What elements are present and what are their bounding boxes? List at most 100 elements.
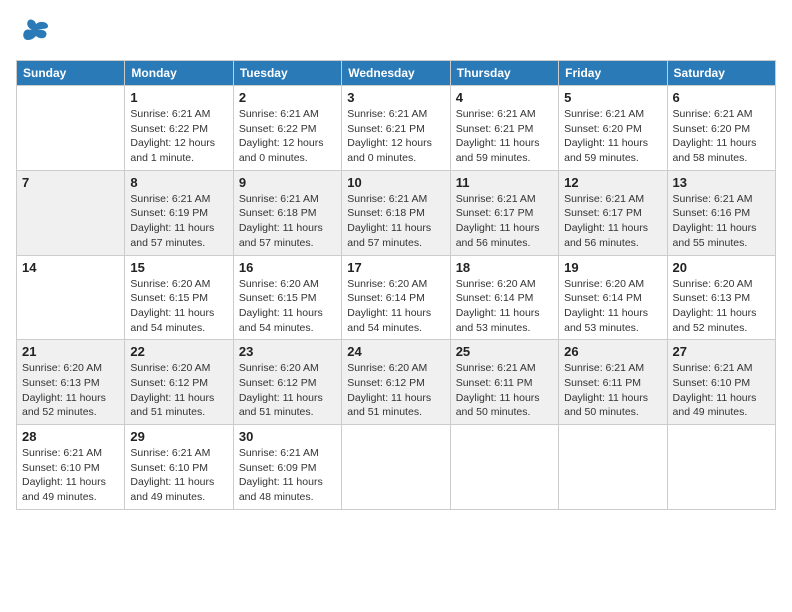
day-number: 11 [456,175,553,190]
logo [16,16,50,48]
day-info: Sunrise: 6:20 AM Sunset: 6:12 PM Dayligh… [347,361,444,420]
col-header-saturday: Saturday [667,61,775,86]
day-info: Sunrise: 6:20 AM Sunset: 6:15 PM Dayligh… [239,277,336,336]
calendar-cell [667,425,775,510]
day-info: Sunrise: 6:21 AM Sunset: 6:09 PM Dayligh… [239,446,336,505]
day-number: 22 [130,344,227,359]
day-number: 14 [22,260,119,275]
calendar-week-3: 14 15 Sunrise: 6:20 AM Sunset: 6:15 PM Day… [17,255,776,340]
day-number: 4 [456,90,553,105]
calendar-cell: 25 Sunrise: 6:21 AM Sunset: 6:11 PM Dayli… [450,340,558,425]
calendar-cell [559,425,667,510]
day-number: 13 [673,175,770,190]
calendar-header: SundayMondayTuesdayWednesdayThursdayFrid… [17,61,776,86]
day-info: Sunrise: 6:21 AM Sunset: 6:18 PM Dayligh… [239,192,336,251]
calendar-cell: 4 Sunrise: 6:21 AM Sunset: 6:21 PM Daylig… [450,86,558,171]
calendar-cell: 18 Sunrise: 6:20 AM Sunset: 6:14 PM Dayli… [450,255,558,340]
day-info: Sunrise: 6:21 AM Sunset: 6:22 PM Dayligh… [239,107,336,166]
day-number: 8 [130,175,227,190]
day-number: 5 [564,90,661,105]
day-info: Sunrise: 6:21 AM Sunset: 6:11 PM Dayligh… [564,361,661,420]
calendar-cell: 9 Sunrise: 6:21 AM Sunset: 6:18 PM Daylig… [233,170,341,255]
day-info: Sunrise: 6:21 AM Sunset: 6:21 PM Dayligh… [347,107,444,166]
calendar-cell: 16Sunrise: 6:20 AM Sunset: 6:15 PM Dayli… [233,255,341,340]
calendar-cell: 11 Sunrise: 6:21 AM Sunset: 6:17 PM Dayli… [450,170,558,255]
day-info: Sunrise: 6:21 AM Sunset: 6:10 PM Dayligh… [130,446,227,505]
calendar-cell: 17 Sunrise: 6:20 AM Sunset: 6:14 PM Dayli… [342,255,450,340]
day-number: 21 [22,344,119,359]
day-number: 10 [347,175,444,190]
day-info: Sunrise: 6:21 AM Sunset: 6:19 PM Dayligh… [130,192,227,251]
day-number: 28 [22,429,119,444]
day-info: Sunrise: 6:21 AM Sunset: 6:18 PM Dayligh… [347,192,444,251]
calendar-cell: 24 Sunrise: 6:20 AM Sunset: 6:12 PM Dayli… [342,340,450,425]
calendar-cell: 8 Sunrise: 6:21 AM Sunset: 6:19 PM Daylig… [125,170,233,255]
calendar-cell [342,425,450,510]
calendar-cell: 29 Sunrise: 6:21 AM Sunset: 6:10 PM Dayli… [125,425,233,510]
day-number: 6 [673,90,770,105]
calendar-week-2: 78 Sunrise: 6:21 AM Sunset: 6:19 PM Dayli… [17,170,776,255]
day-number: 26 [564,344,661,359]
calendar-cell: 28 Sunrise: 6:21 AM Sunset: 6:10 PM Dayli… [17,425,125,510]
calendar-cell: 21 Sunrise: 6:20 AM Sunset: 6:13 PM Dayli… [17,340,125,425]
calendar-cell: 19 Sunrise: 6:20 AM Sunset: 6:14 PM Dayli… [559,255,667,340]
calendar-week-5: 28 Sunrise: 6:21 AM Sunset: 6:10 PM Dayli… [17,425,776,510]
calendar-cell [17,86,125,171]
day-number: 19 [564,260,661,275]
calendar-cell: 22 Sunrise: 6:20 AM Sunset: 6:12 PM Dayli… [125,340,233,425]
day-number: 25 [456,344,553,359]
day-info: Sunrise: 6:21 AM Sunset: 6:16 PM Dayligh… [673,192,770,251]
day-info: Sunrise: 6:21 AM Sunset: 6:20 PM Dayligh… [673,107,770,166]
day-number: 29 [130,429,227,444]
day-info: Sunrise: 6:21 AM Sunset: 6:21 PM Dayligh… [456,107,553,166]
calendar-cell: 3Sunrise: 6:21 AM Sunset: 6:21 PM Daylig… [342,86,450,171]
day-number: 2 [239,90,336,105]
calendar-cell: 6 Sunrise: 6:21 AM Sunset: 6:20 PM Daylig… [667,86,775,171]
calendar-cell: 27 Sunrise: 6:21 AM Sunset: 6:10 PM Dayli… [667,340,775,425]
day-info: Sunrise: 6:20 AM Sunset: 6:14 PM Dayligh… [564,277,661,336]
day-info: Sunrise: 6:21 AM Sunset: 6:17 PM Dayligh… [564,192,661,251]
day-number: 9 [239,175,336,190]
calendar-cell: 26 Sunrise: 6:21 AM Sunset: 6:11 PM Dayli… [559,340,667,425]
col-header-friday: Friday [559,61,667,86]
calendar-cell: 5 Sunrise: 6:21 AM Sunset: 6:20 PM Daylig… [559,86,667,171]
calendar-cell: 12Sunrise: 6:21 AM Sunset: 6:17 PM Dayli… [559,170,667,255]
calendar-cell: 23 Sunrise: 6:20 AM Sunset: 6:12 PM Dayli… [233,340,341,425]
day-number: 18 [456,260,553,275]
day-number: 7 [22,175,119,190]
calendar-week-1: 1 Sunrise: 6:21 AM Sunset: 6:22 PM Daylig… [17,86,776,171]
calendar-cell: 7 [17,170,125,255]
calendar-cell: 14 [17,255,125,340]
calendar-cell: 20Sunrise: 6:20 AM Sunset: 6:13 PM Dayli… [667,255,775,340]
day-number: 24 [347,344,444,359]
calendar-cell: 2 Sunrise: 6:21 AM Sunset: 6:22 PM Daylig… [233,86,341,171]
day-info: Sunrise: 6:20 AM Sunset: 6:15 PM Dayligh… [130,277,227,336]
calendar-cell: 10 Sunrise: 6:21 AM Sunset: 6:18 PM Dayli… [342,170,450,255]
day-info: Sunrise: 6:20 AM Sunset: 6:12 PM Dayligh… [130,361,227,420]
col-header-thursday: Thursday [450,61,558,86]
page-header [16,16,776,48]
day-number: 15 [130,260,227,275]
day-info: Sunrise: 6:21 AM Sunset: 6:17 PM Dayligh… [456,192,553,251]
day-info: Sunrise: 6:21 AM Sunset: 6:10 PM Dayligh… [673,361,770,420]
calendar-cell: 15 Sunrise: 6:20 AM Sunset: 6:15 PM Dayli… [125,255,233,340]
day-info: Sunrise: 6:20 AM Sunset: 6:12 PM Dayligh… [239,361,336,420]
calendar-table: SundayMondayTuesdayWednesdayThursdayFrid… [16,60,776,510]
day-number: 17 [347,260,444,275]
day-info: Sunrise: 6:21 AM Sunset: 6:11 PM Dayligh… [456,361,553,420]
col-header-tuesday: Tuesday [233,61,341,86]
col-header-wednesday: Wednesday [342,61,450,86]
day-info: Sunrise: 6:21 AM Sunset: 6:20 PM Dayligh… [564,107,661,166]
day-number: 1 [130,90,227,105]
day-info: Sunrise: 6:20 AM Sunset: 6:14 PM Dayligh… [347,277,444,336]
day-number: 27 [673,344,770,359]
day-number: 23 [239,344,336,359]
day-info: Sunrise: 6:20 AM Sunset: 6:14 PM Dayligh… [456,277,553,336]
day-info: Sunrise: 6:21 AM Sunset: 6:10 PM Dayligh… [22,446,119,505]
col-header-sunday: Sunday [17,61,125,86]
day-number: 30 [239,429,336,444]
day-number: 20 [673,260,770,275]
day-info: Sunrise: 6:20 AM Sunset: 6:13 PM Dayligh… [22,361,119,420]
calendar-cell [450,425,558,510]
calendar-cell: 30 Sunrise: 6:21 AM Sunset: 6:09 PM Dayli… [233,425,341,510]
